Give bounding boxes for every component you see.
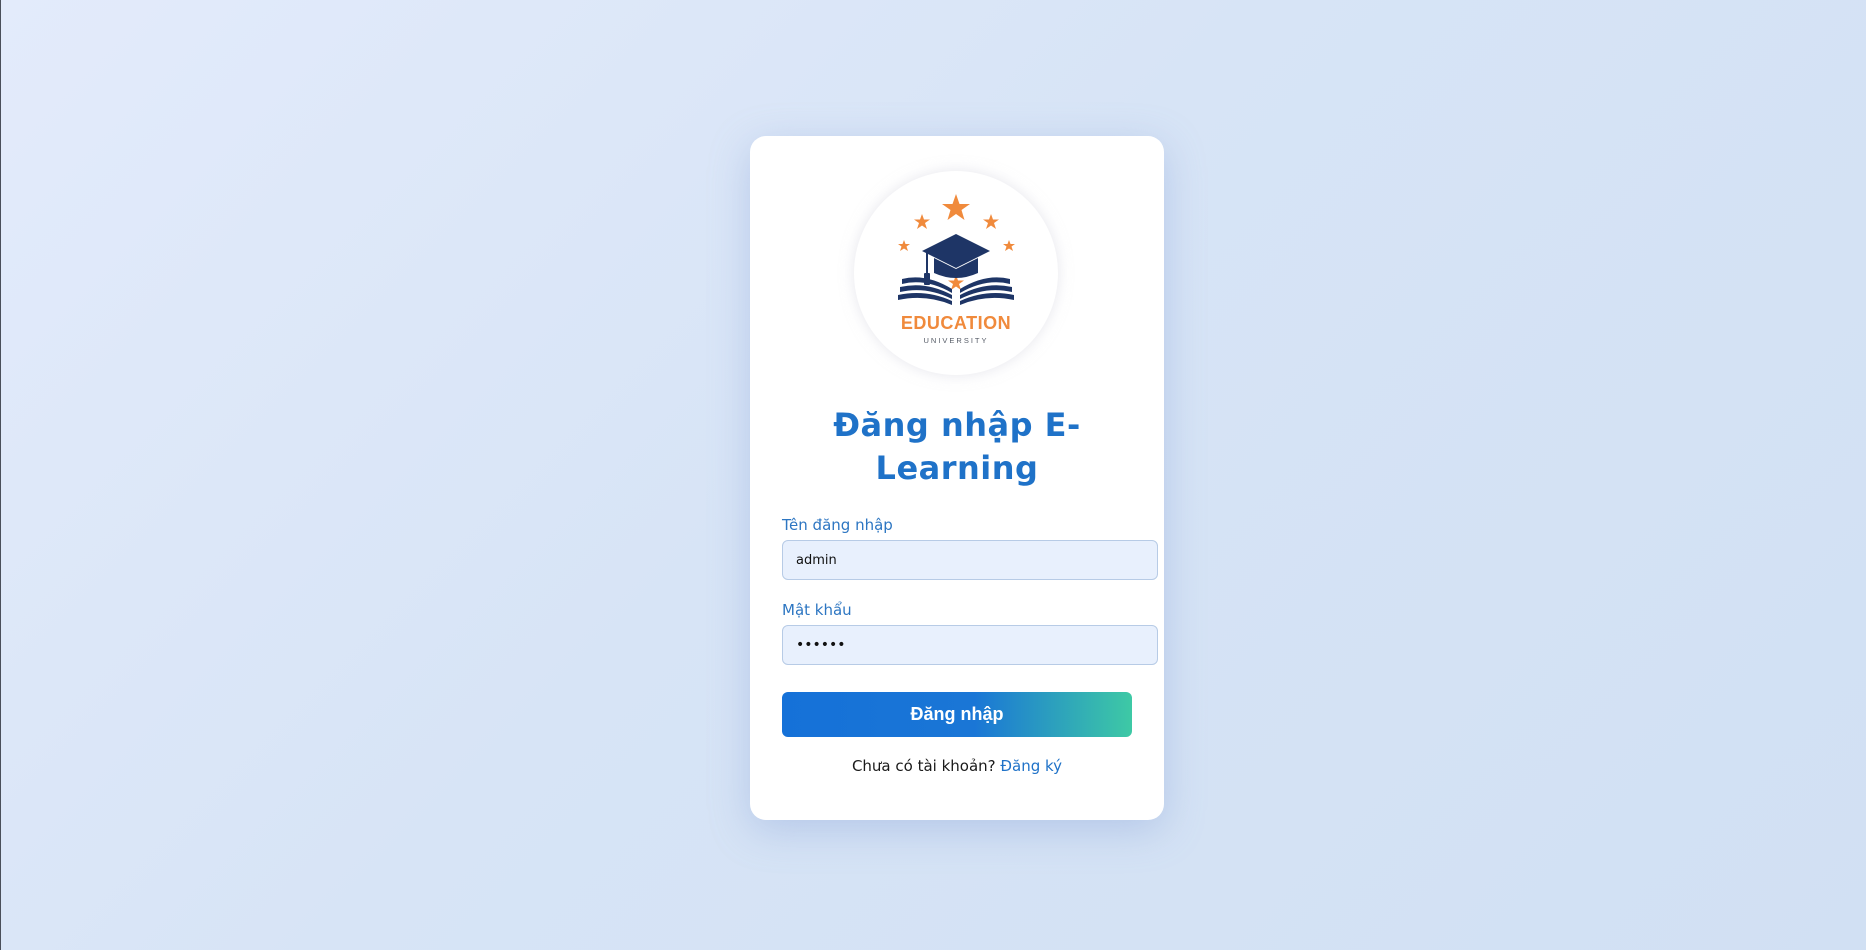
signup-link[interactable]: Đăng ký — [1000, 757, 1062, 775]
username-label: Tên đăng nhập — [782, 516, 893, 534]
username-input[interactable] — [782, 540, 1158, 580]
page-title-line-2: Learning — [875, 449, 1039, 487]
logo-badge: EDUCATION UNIVERSITY — [854, 171, 1058, 375]
page-title-line-1: Đăng nhập E- — [833, 406, 1081, 444]
education-university-logo: EDUCATION UNIVERSITY — [898, 194, 1015, 345]
logo-sub-text: UNIVERSITY — [923, 336, 988, 345]
star-icon — [942, 194, 970, 220]
star-icon — [983, 214, 999, 229]
password-label: Mật khẩu — [782, 601, 852, 619]
page-title: Đăng nhập E- Learning — [750, 404, 1164, 490]
window-left-edge — [0, 0, 1, 950]
login-button[interactable]: Đăng nhập — [782, 692, 1132, 737]
signup-prompt: Chưa có tài khoản? — [851, 757, 996, 775]
login-card: EDUCATION UNIVERSITY Đăng nhập E- Learni… — [750, 136, 1164, 820]
star-icon — [914, 214, 930, 229]
password-input[interactable] — [782, 625, 1158, 665]
logo-brand-text: EDUCATION — [901, 313, 1011, 333]
signup-row: Chưa có tài khoản? Đăng ký — [750, 756, 1164, 776]
star-icon — [1003, 240, 1015, 251]
star-icon — [898, 240, 910, 251]
